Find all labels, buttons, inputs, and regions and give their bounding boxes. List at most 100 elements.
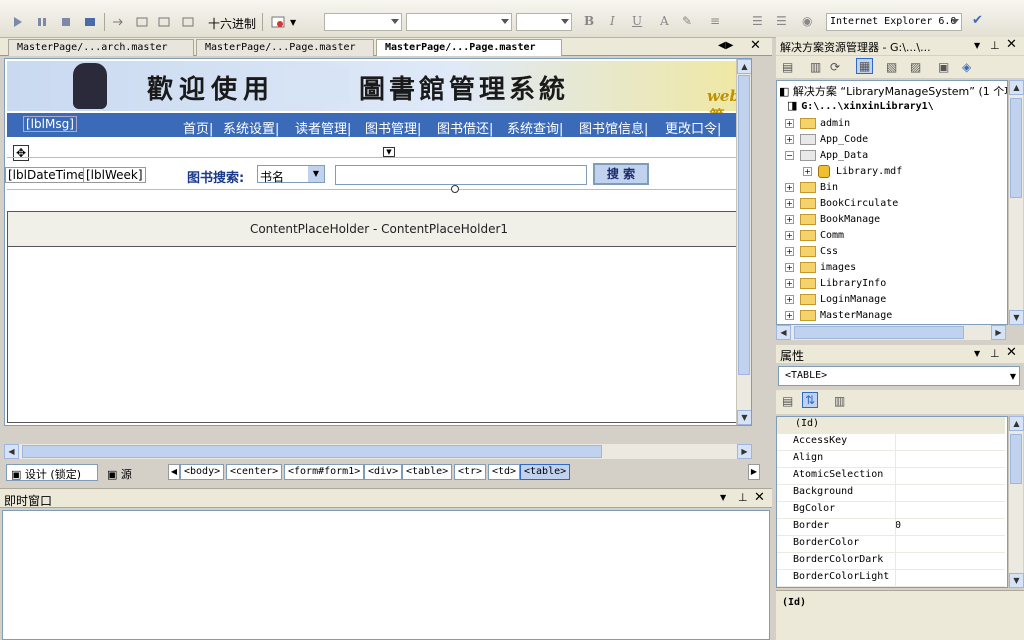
close-icon[interactable]: ✕: [1006, 37, 1017, 52]
scroll-thumb[interactable]: [738, 75, 750, 375]
scroll-right-icon[interactable]: ▶: [737, 444, 752, 459]
globe-icon[interactable]: ◉: [802, 14, 812, 28]
scroll-down-icon[interactable]: ▼: [1009, 310, 1024, 325]
property-row[interactable]: BorderColorDark: [777, 553, 1005, 570]
property-row[interactable]: Border 0: [777, 519, 1005, 536]
tab-list-icon[interactable]: ◀▶: [718, 40, 733, 51]
property-row[interactable]: BorderColorLight: [777, 570, 1005, 587]
pin-icon[interactable]: ⊥: [990, 39, 1000, 52]
font-select[interactable]: [406, 13, 512, 31]
source-view-tab[interactable]: ▣ 源: [102, 464, 138, 481]
tree-item-libraryinfo[interactable]: + LibraryInfo: [785, 276, 886, 292]
pin-icon[interactable]: ⊥: [738, 491, 748, 504]
window-dropdown-icon[interactable]: ▼: [720, 493, 726, 502]
refresh-icon[interactable]: ⟳: [830, 60, 840, 74]
expand-icon[interactable]: +: [785, 294, 794, 304]
tree-item-app-data[interactable]: − App_Data: [785, 148, 868, 164]
property-row[interactable]: Background: [777, 485, 1005, 502]
property-row[interactable]: (Id): [777, 417, 1005, 434]
font-color-icon[interactable]: A: [660, 14, 669, 28]
list-bullet-icon[interactable]: ☰: [776, 14, 787, 28]
tag-tr[interactable]: <tr>: [454, 464, 487, 480]
scroll-right-icon[interactable]: ▶: [991, 325, 1006, 340]
stop-icon[interactable]: [58, 15, 74, 29]
properties-object-select[interactable]: <TABLE> ▼: [778, 366, 1020, 386]
nav-settings[interactable]: 系统设置|: [223, 118, 279, 137]
property-row[interactable]: BgColor: [777, 502, 1005, 519]
tag-td[interactable]: <td>: [488, 464, 521, 480]
window-dropdown-icon[interactable]: ▼: [974, 41, 980, 50]
tree-item-bin[interactable]: + Bin: [785, 180, 838, 196]
play-icon[interactable]: [10, 15, 26, 29]
validate-icon[interactable]: ✔: [972, 13, 983, 28]
scroll-thumb[interactable]: [22, 445, 602, 458]
tab-master-page-1[interactable]: MasterPage/...arch.master: [8, 39, 194, 56]
property-pages-icon[interactable]: ▥: [834, 394, 845, 408]
design-view-tab[interactable]: ▣ 设计 (锁定): [6, 464, 98, 481]
search-input[interactable]: [335, 165, 587, 185]
solution-root[interactable]: ◧ 解决方案 “LibraryManageSystem” (1 个项目): [779, 83, 1007, 99]
size-select[interactable]: [516, 13, 572, 31]
nav-borrow-return[interactable]: 图书借还|: [437, 118, 493, 137]
target-browser-select[interactable]: Internet Explorer 6.0: [826, 13, 962, 31]
move-handle-icon[interactable]: ✥: [13, 145, 29, 161]
tree-item-bookmanage[interactable]: + BookManage: [785, 212, 880, 228]
scroll-down-icon[interactable]: ▼: [737, 410, 751, 425]
expand-icon[interactable]: +: [785, 182, 794, 192]
scroll-thumb[interactable]: [794, 326, 964, 339]
expand-icon[interactable]: +: [785, 310, 794, 320]
design-horizontal-scrollbar[interactable]: ◀ ▶: [4, 444, 752, 459]
tree-item-library-mdf[interactable]: + Library.mdf: [803, 164, 902, 180]
solution-tree[interactable]: ◧ 解决方案 “LibraryManageSystem” (1 个项目) ◨ G…: [776, 80, 1008, 325]
tag-center[interactable]: <center>: [226, 464, 283, 480]
expand-icon[interactable]: +: [785, 134, 794, 144]
style-select[interactable]: [324, 13, 402, 31]
show-all-files-icon[interactable]: ▥: [810, 60, 821, 74]
tree-item-images[interactable]: + images: [785, 260, 856, 276]
categorized-icon[interactable]: ▤: [782, 394, 793, 408]
scroll-left-icon[interactable]: ◀: [4, 444, 19, 459]
nav-change-password[interactable]: 更改口令|: [665, 118, 721, 137]
tag-table-selected[interactable]: <table>: [520, 464, 571, 480]
hex-toggle-button[interactable]: 十六进制: [208, 15, 256, 32]
tree-item-admin[interactable]: + admin: [785, 116, 850, 132]
scroll-down-icon[interactable]: ▼: [1009, 573, 1024, 588]
breakpoint-dropdown-icon[interactable]: [270, 15, 286, 29]
collapse-icon[interactable]: −: [785, 150, 794, 160]
scroll-up-icon[interactable]: ▲: [737, 59, 751, 74]
properties-vertical-scrollbar[interactable]: ▲ ▼: [1008, 416, 1024, 588]
nav-books[interactable]: 图书管理|: [365, 118, 421, 137]
highlight-icon[interactable]: ✎: [682, 14, 692, 28]
design-vertical-scrollbar[interactable]: ▲ ▼: [736, 59, 751, 425]
immediate-window-body[interactable]: [2, 510, 770, 640]
expand-icon[interactable]: +: [785, 214, 794, 224]
expand-icon[interactable]: +: [785, 230, 794, 240]
scroll-thumb[interactable]: [1010, 434, 1022, 484]
tree-item-loginmanage[interactable]: + LoginManage: [785, 292, 886, 308]
nav-library-info[interactable]: 图书馆信息|: [579, 118, 648, 137]
expand-icon[interactable]: +: [785, 246, 794, 256]
tag-form[interactable]: <form#form1>: [284, 464, 365, 480]
nav-query[interactable]: 系统查询|: [507, 118, 563, 137]
scroll-thumb[interactable]: [1010, 98, 1022, 198]
asp-config-icon[interactable]: ◈: [962, 60, 971, 74]
label-lbl-msg[interactable]: [lblMsg]: [23, 116, 77, 132]
project-node[interactable]: ◨ G:\...\xinxinLibrary1\: [787, 99, 934, 115]
scroll-up-icon[interactable]: ▲: [1009, 80, 1024, 95]
nest-icon[interactable]: ▦: [856, 58, 874, 74]
close-document-icon[interactable]: ✕: [750, 38, 761, 53]
search-button[interactable]: 搜 索: [593, 163, 649, 185]
tag-table[interactable]: <table>: [402, 464, 453, 480]
alphabetical-icon[interactable]: ⇅: [802, 392, 819, 408]
pin-icon[interactable]: ⊥: [990, 347, 1000, 360]
pause-icon[interactable]: [34, 15, 50, 29]
solution-horizontal-scrollbar[interactable]: ◀ ▶: [776, 325, 1006, 340]
expand-icon[interactable]: +: [785, 118, 794, 128]
tab-master-page-active[interactable]: MasterPage/...Page.master: [376, 39, 562, 56]
step-into-icon[interactable]: [110, 15, 126, 29]
tree-item-css[interactable]: + Css: [785, 244, 838, 260]
expand-icon[interactable]: +: [803, 166, 812, 176]
copy-website-icon[interactable]: ▣: [938, 60, 949, 74]
close-icon[interactable]: ✕: [1006, 345, 1017, 360]
search-field-select[interactable]: 书名 ▼: [257, 165, 325, 184]
